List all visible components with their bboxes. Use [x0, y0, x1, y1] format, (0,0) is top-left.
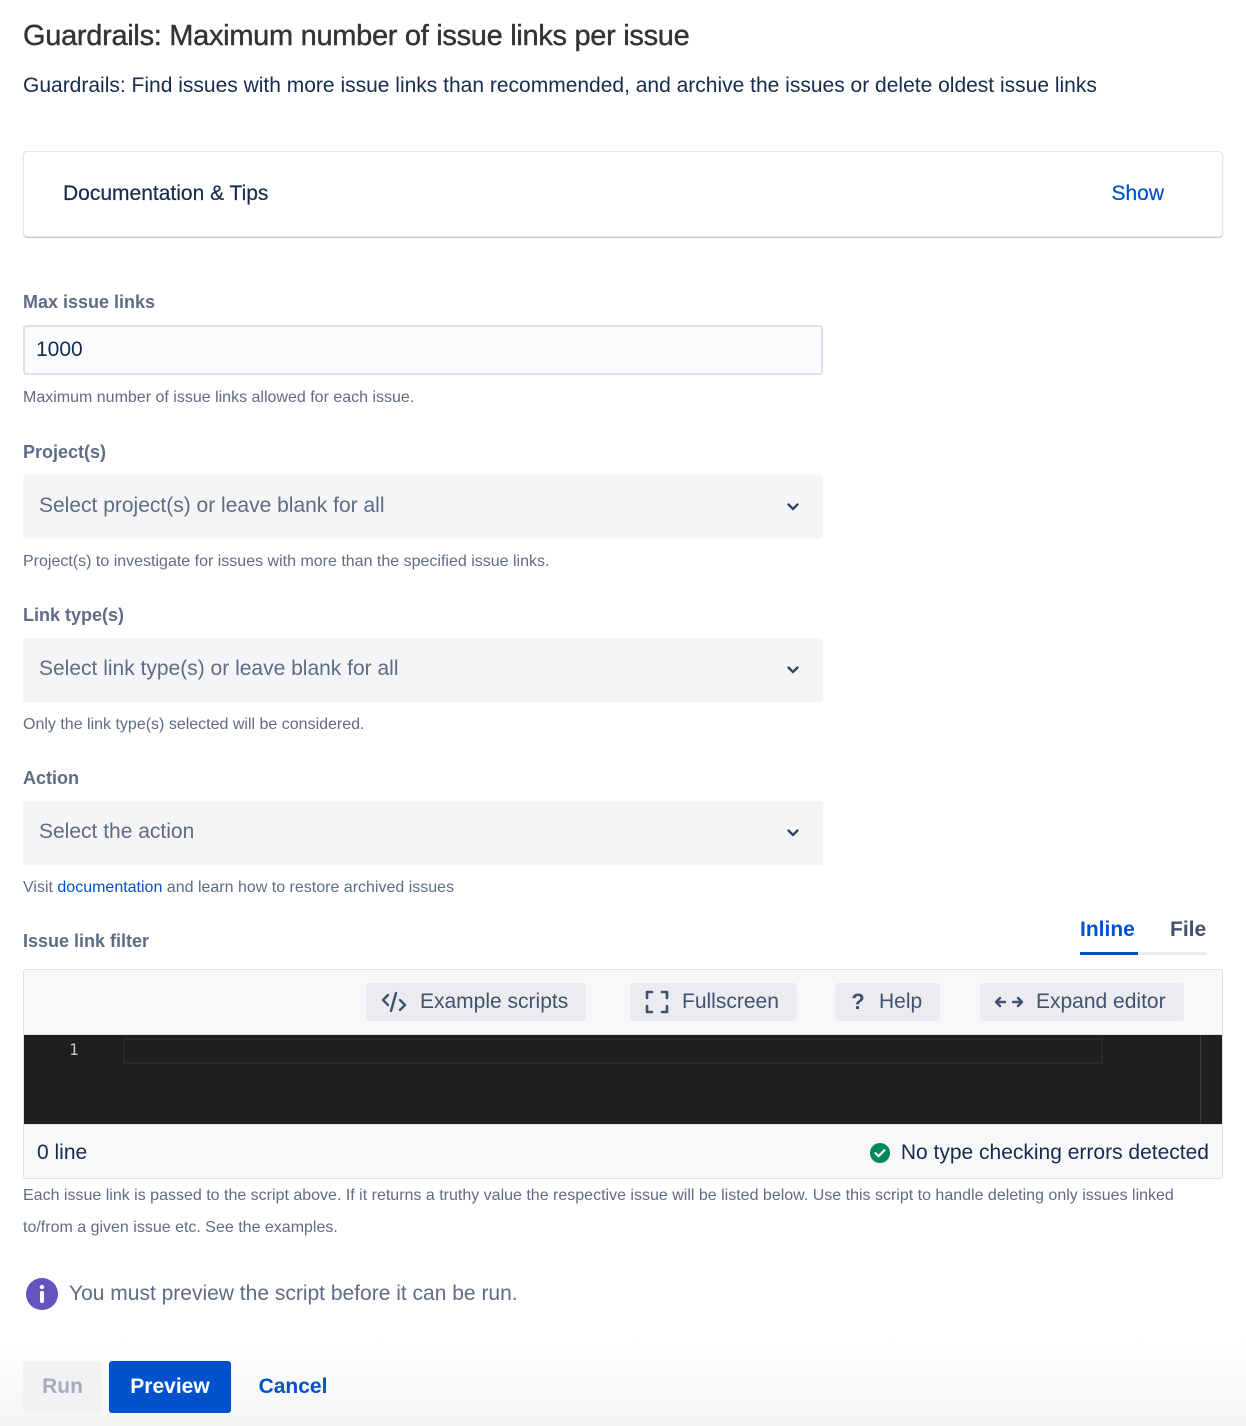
- link-types-helper: Only the link type(s) selected will be c…: [23, 716, 365, 733]
- editor-scrollbar[interactable]: [1200, 1035, 1222, 1124]
- action-select-placeholder: Select the action: [39, 820, 195, 843]
- action-helper-suffix: and learn how to restore archived issues: [162, 879, 455, 896]
- line-count: 0 line: [37, 1141, 88, 1164]
- info-icon: [25, 1277, 59, 1311]
- expand-horizontal-icon: [994, 994, 1024, 1010]
- run-button[interactable]: Run: [23, 1361, 102, 1413]
- preview-required-notice: You must preview the script before it ca…: [25, 1277, 518, 1311]
- help-label: Help: [879, 990, 923, 1013]
- fullscreen-label: Fullscreen: [682, 990, 779, 1013]
- link-types-label: Link type(s): [23, 605, 125, 625]
- projects-helper: Project(s) to investigate for issues wit…: [23, 553, 550, 570]
- fullscreen-icon: [644, 989, 670, 1015]
- expand-editor-label: Expand editor: [1036, 990, 1166, 1013]
- type-check-text: No type checking errors detected: [900, 1141, 1209, 1164]
- tab-active-indicator: [1080, 952, 1138, 955]
- action-helper: Visit documentation and learn how to res…: [23, 879, 454, 897]
- script-editor: Example scripts Fullscreen ? Help Expand…: [23, 969, 1223, 1179]
- chevron-down-icon: [787, 666, 799, 674]
- documentation-link[interactable]: documentation: [57, 879, 162, 896]
- documentation-panel: Documentation & Tips Show: [23, 151, 1223, 237]
- code-editor-area[interactable]: 1: [24, 1035, 1222, 1124]
- link-types-select-placeholder: Select link type(s) or leave blank for a…: [39, 657, 399, 680]
- max-issue-links-label: Max issue links: [23, 292, 156, 312]
- help-button[interactable]: ? Help: [835, 983, 941, 1021]
- cancel-button[interactable]: Cancel: [241, 1361, 345, 1413]
- active-line-highlight: [123, 1038, 1103, 1064]
- tab-inline[interactable]: Inline: [1080, 918, 1135, 942]
- example-scripts-label: Example scripts: [420, 990, 569, 1013]
- page-title: Guardrails: Maximum number of issue link…: [23, 20, 690, 52]
- action-helper-prefix: Visit: [23, 879, 58, 896]
- projects-select-placeholder: Select project(s) or leave blank for all: [39, 494, 385, 517]
- page-subtitle: Guardrails: Find issues with more issue …: [23, 74, 1097, 97]
- code-icon: [380, 990, 408, 1014]
- fullscreen-button[interactable]: Fullscreen: [630, 983, 797, 1021]
- script-source-tabs: Inline File: [1080, 918, 1208, 956]
- type-check-status: No type checking errors detected: [869, 1141, 1209, 1165]
- editor-toolbar: Example scripts Fullscreen ? Help Expand…: [24, 970, 1222, 1035]
- question-icon: ?: [851, 989, 865, 1014]
- editor-status-bar: 0 line No type checking errors detected: [24, 1124, 1222, 1178]
- issue-link-filter-helper: Each issue link is passed to the script …: [23, 1187, 1174, 1236]
- link-types-select[interactable]: Select link type(s) or leave blank for a…: [23, 638, 823, 702]
- line-number: 1: [69, 1040, 79, 1059]
- action-select[interactable]: Select the action: [23, 801, 823, 865]
- chevron-down-icon: [787, 829, 799, 837]
- tab-file[interactable]: File: [1170, 918, 1206, 942]
- documentation-show-toggle[interactable]: Show: [1111, 182, 1164, 206]
- preview-button[interactable]: Preview: [109, 1361, 231, 1413]
- max-issue-links-helper: Maximum number of issue links allowed fo…: [23, 389, 415, 406]
- check-circle-icon: [869, 1142, 891, 1164]
- expand-editor-button[interactable]: Expand editor: [980, 983, 1184, 1021]
- example-scripts-button[interactable]: Example scripts: [366, 983, 587, 1021]
- action-label: Action: [23, 768, 79, 788]
- projects-select[interactable]: Select project(s) or leave blank for all: [23, 475, 823, 539]
- projects-label: Project(s): [23, 442, 107, 462]
- documentation-panel-title: Documentation & Tips: [63, 182, 269, 205]
- max-issue-links-input[interactable]: [23, 325, 823, 375]
- notice-text: You must preview the script before it ca…: [69, 1282, 518, 1305]
- chevron-down-icon: [787, 503, 799, 511]
- issue-link-filter-label: Issue link filter: [23, 931, 150, 951]
